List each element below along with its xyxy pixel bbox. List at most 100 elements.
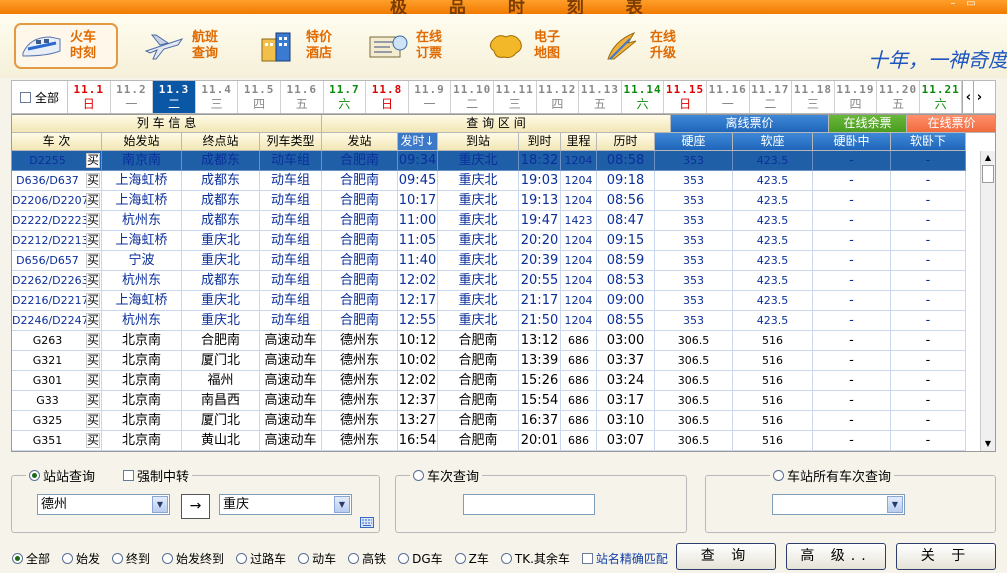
buy-button[interactable]: 买	[86, 233, 100, 248]
filter-radio[interactable]	[162, 552, 174, 564]
filter-option[interactable]: Z车	[454, 550, 489, 567]
date-cell[interactable]: 11.20 五	[877, 81, 920, 113]
header-online-remaining[interactable]: 在线余票	[829, 115, 907, 133]
table-row[interactable]: G325 买 北京南 厦门北 高速动车 德州东 13:27 合肥南 16:37 686 03:10 3…	[12, 411, 981, 431]
column-header[interactable]: 终点站	[182, 133, 260, 151]
all-dates-checkbox[interactable]: 全部	[12, 81, 68, 113]
buy-button[interactable]: 买	[86, 273, 100, 288]
date-cell[interactable]: 11.4 三	[196, 81, 239, 113]
tool-online-booking[interactable]: 在线订票	[362, 23, 462, 69]
buy-button[interactable]: 买	[86, 173, 100, 188]
date-cell[interactable]: 11.5 四	[238, 81, 281, 113]
table-row[interactable]: D636/D637 买上海虹桥 成都东 动车组 合肥南 09:45 重庆北 19:03 1204…	[12, 171, 981, 191]
date-cell[interactable]: 11.2 一	[111, 81, 154, 113]
filter-radio[interactable]	[12, 552, 23, 564]
table-row[interactable]: G33 买 北京南 南昌西 高速动车 德州东 12:37 合肥南 15:54 686 03:17 30…	[12, 391, 981, 411]
swap-stations-button[interactable]: →	[181, 494, 210, 519]
column-header[interactable]: 车 次	[12, 133, 102, 151]
date-cell[interactable]: 11.21 六	[920, 81, 963, 113]
from-station-select[interactable]: 德州 ▼	[37, 494, 170, 515]
buy-button[interactable]: 买	[86, 353, 100, 368]
column-header[interactable]: 发站	[322, 133, 398, 151]
station-query-radio[interactable]	[29, 470, 40, 481]
column-header[interactable]: 发时↓	[398, 133, 438, 151]
filter-radio[interactable]	[500, 552, 512, 564]
column-header[interactable]: 软座	[733, 133, 813, 151]
date-cell[interactable]: 11.3 二	[153, 81, 196, 113]
table-row[interactable]: G263 买 北京南 合肥南 高速动车 德州东 10:12 合肥南 13:12 686 03:00 3…	[12, 331, 981, 351]
vertical-scrollbar[interactable]: ▲ ▼	[980, 151, 995, 451]
chevron-down-icon[interactable]: ▼	[334, 496, 350, 513]
column-header[interactable]: 硬座	[655, 133, 733, 151]
scroll-down-icon[interactable]: ▼	[981, 437, 995, 451]
filter-radio[interactable]	[62, 552, 74, 564]
filter-option[interactable]: 始发终到	[162, 550, 224, 567]
station-select[interactable]: ▼	[772, 494, 905, 515]
buy-button[interactable]: 买	[86, 213, 100, 228]
column-header[interactable]: 始发站	[102, 133, 182, 151]
date-cell[interactable]: 11.18 三	[792, 81, 835, 113]
table-row[interactable]: D656/D657 买 宁波 重庆北 动车组 合肥南 11:40 重庆北 20:39 1204 08…	[12, 251, 981, 271]
train-query-radio[interactable]	[413, 470, 424, 481]
column-header[interactable]: 到站	[438, 133, 519, 151]
date-cell[interactable]: 11.9 一	[409, 81, 452, 113]
date-cell[interactable]: 11.10 二	[451, 81, 494, 113]
buy-button[interactable]: 买	[86, 293, 100, 308]
force-transfer-checkbox[interactable]	[123, 470, 135, 481]
maximize-button[interactable]: ▭	[962, 0, 980, 10]
scroll-thumb[interactable]	[982, 165, 994, 183]
about-button[interactable]: 关 于	[896, 543, 996, 570]
buy-button[interactable]: 买	[86, 373, 100, 388]
tool-discount-hotel[interactable]: 特价酒店	[252, 23, 352, 69]
station-all-query-radio[interactable]	[773, 470, 784, 481]
date-cell[interactable]: 11.14 六	[622, 81, 665, 113]
date-cell[interactable]: 11.16 一	[707, 81, 750, 113]
query-button[interactable]: 查 询	[676, 543, 776, 570]
to-station-select[interactable]: 重庆 ▼	[219, 494, 352, 515]
column-header[interactable]: 里程	[561, 133, 597, 151]
header-online-price[interactable]: 在线票价	[907, 115, 995, 133]
train-number-input[interactable]	[463, 494, 595, 515]
chevron-down-icon[interactable]: ▼	[152, 496, 168, 513]
date-cell[interactable]: 11.11 三	[494, 81, 537, 113]
column-header[interactable]: 软卧下	[891, 133, 966, 151]
date-cell[interactable]: 11.15 日	[664, 81, 707, 113]
table-row[interactable]: D2222/D2223 买 杭州东 成都东 动车组 合肥南 11:00 重庆北 19:47 142…	[12, 211, 981, 231]
exact-match-checkbox[interactable]	[581, 552, 593, 564]
filter-radio[interactable]	[236, 552, 248, 564]
column-header[interactable]: 到时	[519, 133, 561, 151]
filter-option[interactable]: DG车	[398, 550, 443, 567]
table-row[interactable]: D2262/D2263 买 杭州东 成都东 动车组 合肥南 12:02 重庆北 20:55 120…	[12, 271, 981, 291]
checkbox-box[interactable]	[19, 91, 31, 103]
scroll-up-icon[interactable]: ▲	[981, 151, 995, 165]
date-cell[interactable]: 11.6 五	[281, 81, 324, 113]
chevron-left-icon[interactable]: ‹	[962, 81, 973, 113]
buy-button[interactable]: 买	[86, 413, 100, 428]
filter-radio[interactable]	[454, 552, 466, 564]
table-row[interactable]: D2255 买 南京南 成都东 动车组 合肥南 09:34 重庆北 18:32 1204 08:58…	[12, 151, 981, 171]
buy-button[interactable]: 买	[86, 393, 100, 408]
filter-option[interactable]: 始发	[62, 550, 100, 567]
date-cell[interactable]: 11.12 四	[537, 81, 580, 113]
table-row[interactable]: G301 买 北京南 福州 高速动车 德州东 12:02 合肥南 15:26 686 03:24 30…	[12, 371, 981, 391]
table-row[interactable]: G321 买 北京南 厦门北 高速动车 德州东 10:02 合肥南 13:39 686 03:37 3…	[12, 351, 981, 371]
chevron-right-icon[interactable]: ›	[973, 81, 984, 113]
table-row[interactable]: D2216/D2217 买上海虹桥 重庆北 动车组 合肥南 12:17 重庆北 21:17 12…	[12, 291, 981, 311]
filter-radio[interactable]	[348, 552, 360, 564]
buy-button[interactable]: 买	[86, 153, 100, 168]
date-cell[interactable]: 11.17 二	[750, 81, 793, 113]
date-cell[interactable]: 11.7 六	[324, 81, 367, 113]
filter-option[interactable]: 过路车	[236, 550, 286, 567]
date-cell[interactable]: 11.13 五	[579, 81, 622, 113]
keyboard-icon[interactable]	[360, 517, 374, 528]
filter-option[interactable]: 全部	[12, 550, 50, 567]
buy-button[interactable]: 买	[86, 313, 100, 328]
filter-radio[interactable]	[298, 552, 310, 564]
buy-button[interactable]: 买	[86, 433, 100, 448]
advanced-button[interactable]: 高 级..	[786, 543, 886, 570]
filter-option[interactable]: 终到	[112, 550, 150, 567]
filter-option[interactable]: 动车	[298, 550, 336, 567]
column-header[interactable]: 历时	[597, 133, 655, 151]
tool-flight-query[interactable]: 航班查询	[138, 23, 238, 69]
date-cell[interactable]: 11.1 日	[68, 81, 111, 113]
